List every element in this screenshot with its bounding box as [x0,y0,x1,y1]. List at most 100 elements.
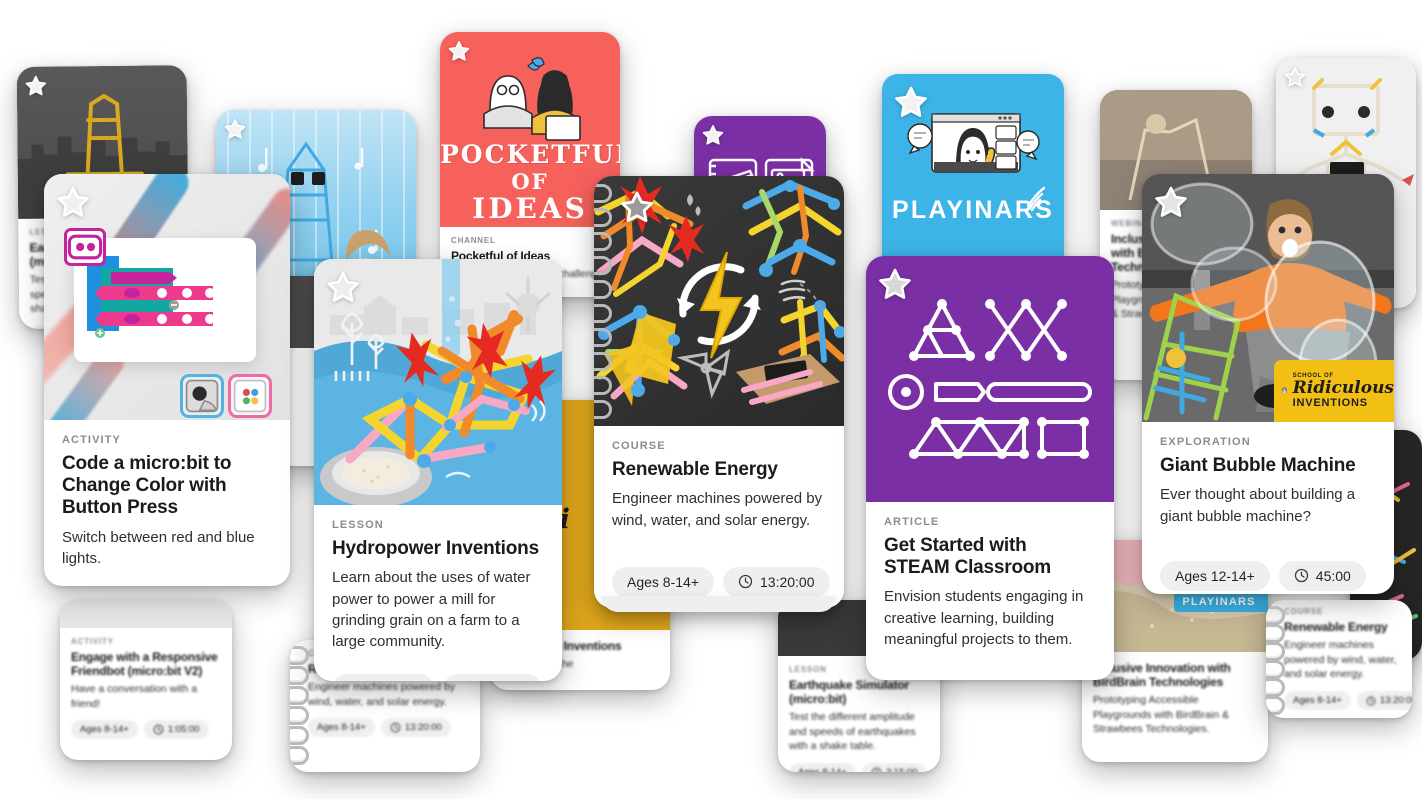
playinars-badge-label: PLAYINARS [1182,596,1256,608]
star-icon[interactable] [1154,185,1188,219]
card-body: ACTIVITY Engage with a Responsive Friend… [60,628,232,749]
spiral-binding [594,176,612,426]
ages-pill: Ages 8-14+ [789,763,856,772]
controller-icon [180,374,224,418]
duration-value: 13:20:00 [1379,695,1412,707]
card-media: SCHOOL OF Ridiculous INVENTIONS [1142,174,1394,422]
duration-value: 13:20:00 [760,573,815,590]
ages-pill: Ages 8-14+ [71,720,138,740]
duration-pill: 13:20:00 [723,566,830,597]
star-icon[interactable] [326,270,360,304]
card-hydropower-inventions[interactable]: LESSON Hydropower Inventions Learn about… [314,259,562,681]
pocketful-art-line2: OF [511,169,549,194]
card-renewable-bottom-right[interactable]: COURSE Renewable Energy Engineer machine… [1266,600,1412,718]
card-media [594,176,844,426]
spiral-binding [1266,600,1285,718]
duration-pill: 3:15:00 [443,674,542,681]
card-pocketful-of-ideas[interactable]: POCKETFUL OF IDEAS CHANNEL Pocketful of … [440,32,620,297]
ages-pill: Ages 12-14+ [1160,560,1270,591]
card-title: Inclusive Innovation with BirdBrain Tech… [1093,661,1231,690]
clock-icon [153,725,164,735]
card-desc: Prototyping Accessible Playgrounds with … [1093,694,1229,736]
color-sensor-glyph [233,379,267,413]
card-body: EXPLORATION Giant Bubble Machine Ever th… [1142,422,1394,594]
card-desc: Have a conversation with a friend! [71,683,198,710]
card-desc: Ever thought about building a giant bubb… [1160,486,1356,525]
card-title: Renewable Energy [612,459,778,480]
card-media [44,174,290,420]
card-kicker: COURSE [1284,607,1324,616]
duration-pill: 1:05:00 [143,720,209,740]
card-pills: Ages 8-14+ 1:05:00 [71,720,221,740]
card-media [314,259,562,505]
card-body: COURSE Renewable Energy Engineer machine… [594,426,844,608]
card-kicker: ARTICLE [884,516,940,528]
card-media [866,256,1114,502]
clock-icon [871,767,882,772]
ages-pill: Ages 8-14+ [332,674,434,681]
duration-pill: 3:15:00 [861,763,927,772]
card-body: LESSON Hydropower Inventions Learn about… [314,505,562,681]
microbit-logo-icon [64,228,106,266]
card-title: Hydropower Inventions [332,538,539,559]
card-title: Giant Bubble Machine [1160,455,1356,476]
card-title: Renewable Energy [1284,620,1388,634]
star-icon[interactable] [1284,66,1306,88]
card-steam-classroom[interactable]: ARTICLE Get Started with STEAM Classroom… [866,256,1114,680]
card-pills: Ages 8-14+ 13:20:00 [308,718,469,738]
card-title: Engage with a Responsive Friendbot (micr… [71,650,218,679]
card-renewable-energy[interactable]: COURSE Renewable Energy Engineer machine… [594,176,844,608]
card-pills: Ages 8-14+ 13:20:00 [1284,691,1412,711]
card-desc: Engineer machines powered by wind, water… [1284,639,1397,681]
card-desc: Test the different amplitude and speeds … [789,711,916,753]
card-desc: Engineer machines powered by wind, water… [308,681,456,708]
card-pills: Ages 8-14+ 3:15:00 [332,674,544,681]
microbit-glyph [67,234,103,260]
star-icon[interactable] [702,124,724,146]
ages-pill: Ages 8-14+ [1284,691,1351,711]
star-icon[interactable] [620,190,654,224]
star-icon[interactable] [878,267,912,301]
card-desc: Learn about the uses of water power to p… [332,569,531,651]
card-desc: Envision students engaging in creative l… [884,588,1084,649]
spiral-binding [290,640,309,772]
card-title: Earthquake Simulator (micro:bit) [789,678,910,707]
controller-glyph [185,379,219,413]
duration-pill: 45:00 [1278,560,1366,591]
card-body: COURSE Renewable Energy Engineer machine… [1266,600,1412,718]
duration-value: 45:00 [1315,567,1351,584]
card-title: Get Started with STEAM Classroom [884,535,1051,579]
card-friendbot[interactable]: ACTIVITY Engage with a Responsive Friend… [60,600,232,760]
card-media [60,600,232,628]
wifi-icon [1026,186,1046,212]
clock-icon [1294,569,1308,583]
star-icon[interactable] [894,85,928,119]
card-collage: LESSON Earthquake Simulator (micro:bit) … [0,0,1422,799]
card-kicker: EXPLORATION [1160,436,1251,448]
card-title: Code a micro:bit to Change Color with Bu… [62,453,232,519]
card-code-microbit[interactable]: ACTIVITY Code a micro:bit to Change Colo… [44,174,290,586]
card-kicker: CHANNEL [451,236,496,245]
card-body: ARTICLE Get Started with STEAM Classroom… [866,502,1114,666]
badge-script-text: Ridiculous [1292,378,1394,398]
star-icon[interactable] [448,40,470,62]
pocketful-art-line1: POCKETFUL [440,140,620,169]
card-media: POCKETFUL OF IDEAS [440,32,620,227]
card-desc: Engineer machines powered by wind, water… [612,490,823,529]
card-desc: Switch between red and blue lights. [62,528,255,567]
clock-icon [390,723,401,733]
card-pills: Ages 8-14+ 3:15:00 [789,763,929,772]
card-pills: Ages 8-14+ 13:20:00 [612,566,830,597]
card-kicker: ACTIVITY [71,637,114,646]
pocketful-art-line3: IDEAS [472,192,588,225]
duration-value: 1:05:00 [167,724,200,736]
card-kicker: COURSE [612,440,666,452]
clock-icon [738,575,753,589]
card-pills: Ages 12-14+ 45:00 [1160,560,1376,591]
badge-big-text: INVENTIONS [1292,397,1368,409]
star-icon[interactable] [224,118,246,140]
card-giant-bubble-machine[interactable]: SCHOOL OF Ridiculous INVENTIONS EXPLORAT… [1142,174,1394,594]
mascot-icon [1281,387,1288,395]
star-icon[interactable] [25,75,47,97]
star-icon[interactable] [56,185,90,219]
